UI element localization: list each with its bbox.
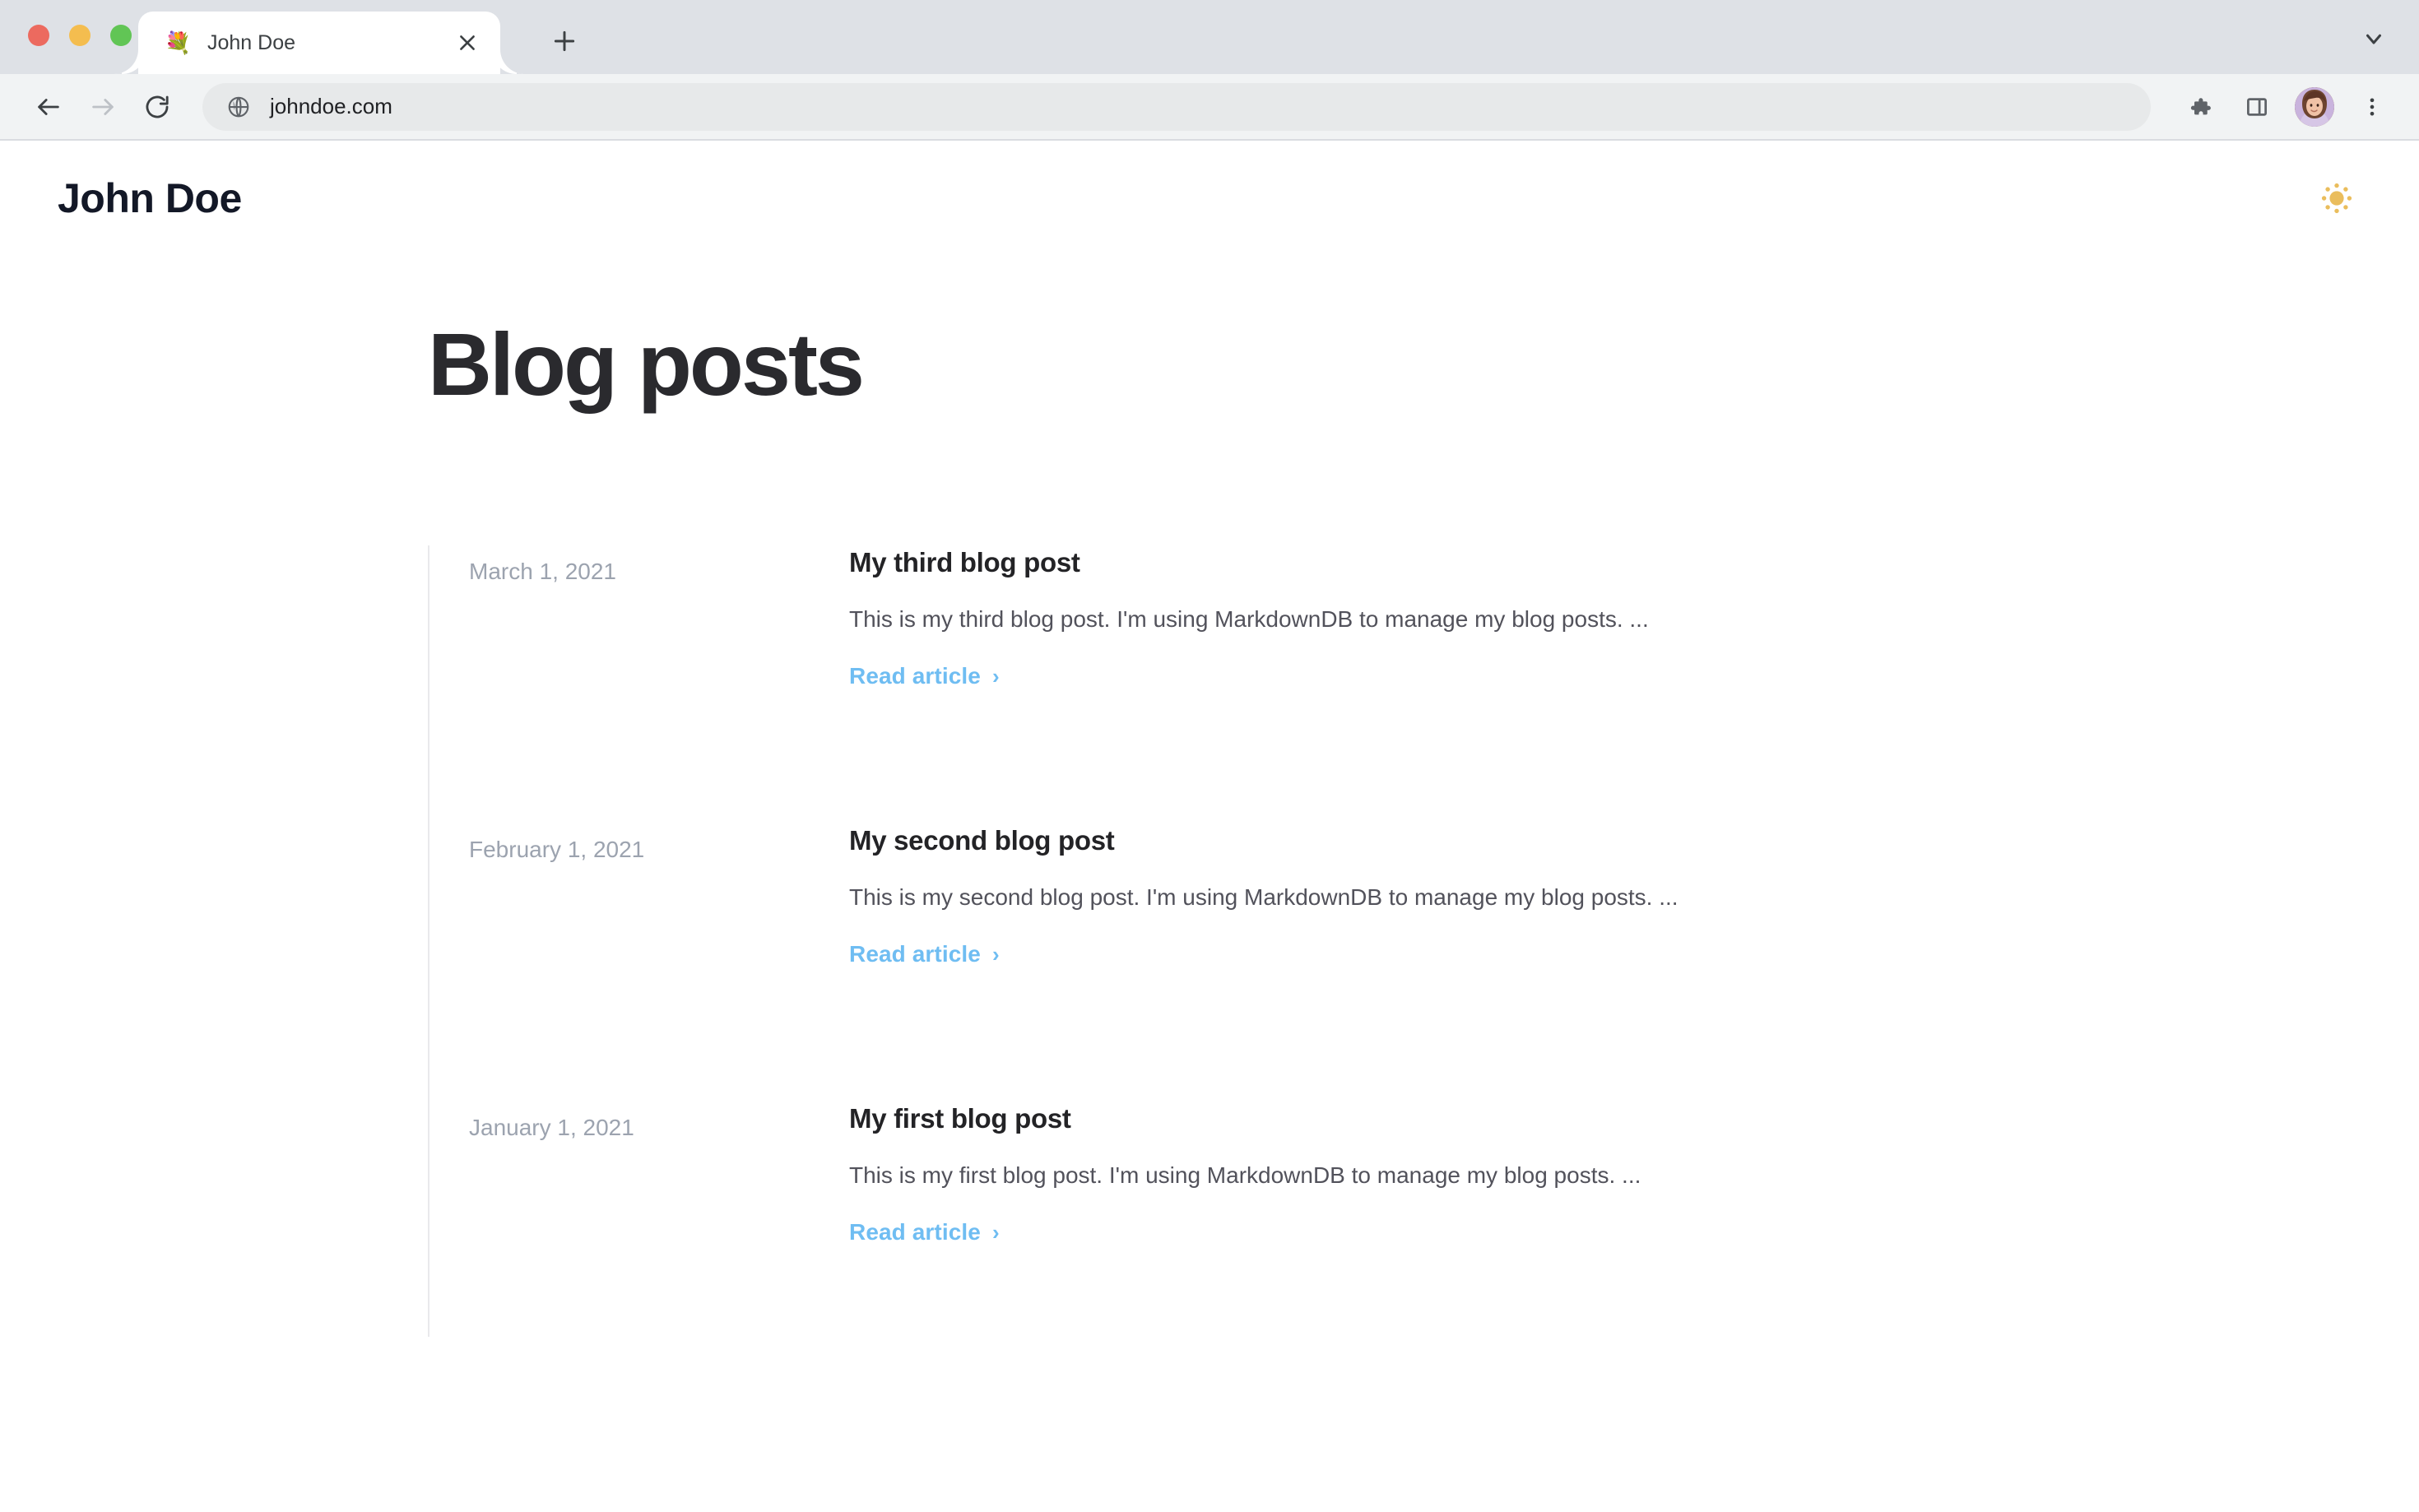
list-item: February 1, 2021 My second blog post Thi… [469,823,2419,1102]
site-logo[interactable]: John Doe [58,174,242,222]
tab-favicon-icon: 💐 [165,30,192,55]
list-item: March 1, 2021 My third blog post This is… [469,545,2419,823]
post-body: My first blog post This is my first blog… [849,1102,2419,1245]
read-article-label: Read article [849,1218,981,1245]
reload-button[interactable] [130,80,184,134]
post-body: My third blog post This is my third blog… [849,545,2419,689]
site-header: John Doe [0,141,2419,256]
blog-post-list: March 1, 2021 My third blog post This is… [428,545,2419,1348]
extensions-puzzle-icon[interactable] [2174,81,2225,132]
address-bar-url: johndoe.com [270,94,392,118]
window-traffic-lights [28,25,132,46]
chevron-right-icon: › [991,941,1000,967]
read-article-link[interactable]: Read article › [849,941,1000,967]
avatar [2295,86,2334,127]
browser-tab[interactable]: 💐 John Doe [114,12,525,74]
read-article-label: Read article [849,662,981,689]
globe-icon [225,94,252,120]
post-excerpt: This is my second blog post. I'm using M… [849,884,1678,910]
post-date: March 1, 2021 [469,559,616,584]
browser-toolbar: johndoe.com [0,74,2419,141]
zoom-window-button[interactable] [110,25,132,46]
post-title[interactable]: My third blog post [849,545,2370,581]
post-title[interactable]: My first blog post [849,1102,2370,1137]
post-date: January 1, 2021 [469,1115,634,1140]
chevron-right-icon: › [991,1219,1000,1245]
address-bar[interactable]: johndoe.com [202,82,2151,131]
side-panel-icon[interactable] [2231,81,2282,132]
page-viewport: John Doe Blog posts March 1, 2021 My thi… [0,141,2419,1512]
chevron-right-icon: › [991,663,1000,689]
tab-title: John Doe [207,30,296,54]
list-item: January 1, 2021 My first blog post This … [469,1102,2419,1348]
page-title: Blog posts [428,314,865,414]
theme-toggle-sun-icon[interactable] [2310,172,2363,225]
post-body: My second blog post This is my second bl… [849,823,2419,967]
read-article-link[interactable]: Read article › [849,1219,1000,1245]
main-content: Blog posts March 1, 2021 My third blog p… [0,256,2419,1348]
post-excerpt: This is my first blog post. I'm using Ma… [849,1162,1641,1188]
new-tab-button[interactable] [543,20,586,63]
post-excerpt: This is my third blog post. I'm using Ma… [849,605,1649,632]
post-date: February 1, 2021 [469,837,645,862]
minimize-window-button[interactable] [69,25,91,46]
tab-corner-left [114,49,138,74]
tab-strip: 💐 John Doe [0,0,2419,74]
tab-close-icon[interactable] [448,23,487,63]
forward-button [76,80,130,134]
post-title[interactable]: My second blog post [849,823,2370,859]
back-button[interactable] [21,80,76,134]
profile-avatar[interactable] [2289,81,2340,132]
tab-corner-right [500,49,525,74]
browser-menu-icon[interactable] [2347,81,2398,132]
read-article-link[interactable]: Read article › [849,663,1000,689]
read-article-label: Read article [849,940,981,967]
tab-search-chevron-down-icon[interactable] [2353,18,2394,59]
browser-window: 💐 John Doe johndoe.com John Doe Blog pos… [0,0,2419,1512]
close-window-button[interactable] [28,25,49,46]
